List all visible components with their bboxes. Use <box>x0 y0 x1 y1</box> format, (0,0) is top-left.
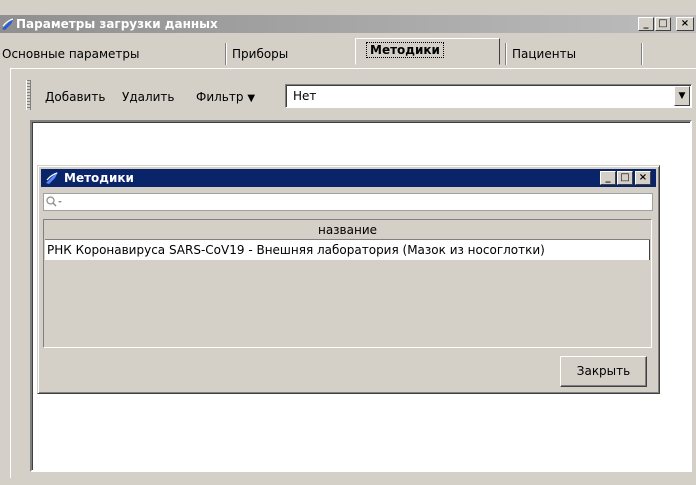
close-button[interactable]: Закрыть <box>560 356 647 387</box>
minimize-button[interactable]: _ <box>600 171 616 185</box>
search-icon[interactable] <box>45 195 63 209</box>
tab-divider <box>505 43 507 65</box>
tab-patients[interactable]: Пациенты <box>512 43 576 65</box>
column-header-name[interactable]: название <box>45 221 650 240</box>
filter-select-value: Нет <box>293 89 317 103</box>
filter-label: Фильтр <box>196 90 244 104</box>
table-row[interactable]: РНК Коронавируса SARS-CoV19 - Внешняя ла… <box>45 240 650 260</box>
delete-button[interactable]: Удалить <box>122 88 175 106</box>
app-logo-icon <box>2 18 14 30</box>
maximize-button[interactable]: □ <box>617 171 633 185</box>
chevron-down-icon[interactable]: ▼ <box>674 86 690 106</box>
methods-window-title: Методики <box>64 171 134 185</box>
window-title: Параметры загрузки данных <box>16 17 218 31</box>
filter-select[interactable] <box>285 84 692 108</box>
close-window-button[interactable]: × <box>635 171 651 185</box>
maximize-button[interactable]: □ <box>655 17 671 31</box>
tab-divider <box>225 43 227 65</box>
app-logo-icon <box>46 172 58 184</box>
minimize-button[interactable]: _ <box>638 17 654 31</box>
toolbar-grip[interactable] <box>26 80 31 110</box>
add-button[interactable]: Добавить <box>45 88 105 106</box>
tab-methods-label: Методики <box>366 42 444 58</box>
tab-devices[interactable]: Приборы <box>232 43 288 65</box>
close-window-button[interactable]: × <box>676 17 694 31</box>
dropdown-arrow-icon: ▼ <box>247 93 256 104</box>
tab-main-params[interactable]: Основные параметры <box>2 43 140 65</box>
filter-button[interactable]: Фильтр ▼ <box>196 88 255 106</box>
tab-methods[interactable]: Методики <box>355 38 500 65</box>
search-input[interactable] <box>43 193 653 211</box>
tab-divider <box>641 43 643 65</box>
